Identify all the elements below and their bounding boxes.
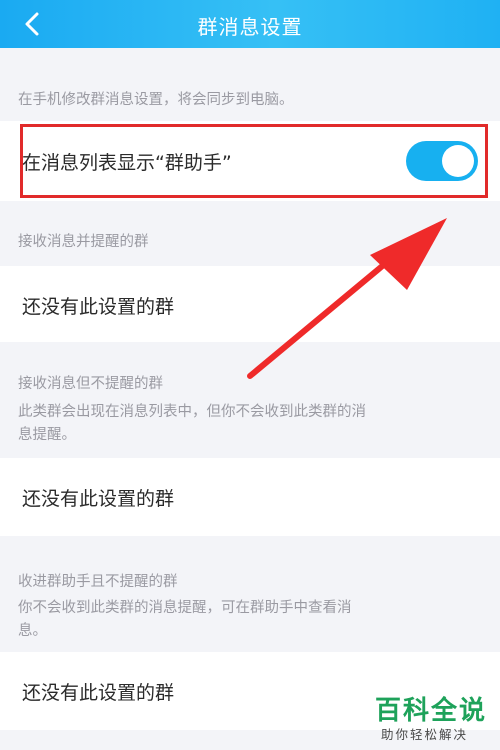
watermark-logo: 百科全说 助你轻松解决 [357, 690, 497, 748]
list-item-notify-empty: 还没有此设置的群 [0, 266, 500, 342]
section-desc-no-notify-1: 此类群会出现在消息列表中，但你不会收到此类群的消 [18, 404, 366, 420]
watermark-title: 百科全说 [375, 696, 488, 726]
list-item-no-notify-empty: 还没有此设置的群 [0, 458, 500, 536]
empty-text: 还没有此设置的群 [22, 682, 175, 704]
section-desc-assistant-1: 你不会收到此类群的消息提醒，可在群助手中查看消 [18, 600, 352, 616]
section-desc-no-notify-2: 息提醒。 [18, 427, 76, 443]
red-highlight-box [20, 124, 488, 198]
header-bar: 群消息设置 [0, 0, 500, 48]
section-title-assistant: 收进群助手且不提醒的群 [18, 574, 178, 590]
sync-hint: 在手机修改群消息设置，将会同步到电脑。 [18, 92, 294, 108]
empty-text: 还没有此设置的群 [22, 488, 175, 510]
empty-text: 还没有此设置的群 [22, 296, 175, 318]
section-title-no-notify: 接收消息但不提醒的群 [18, 376, 163, 392]
section-desc-assistant-2: 息。 [18, 623, 47, 639]
watermark-subtitle: 助你轻松解决 [381, 727, 469, 742]
section-title-notify: 接收消息并提醒的群 [18, 234, 149, 250]
page-title: 群消息设置 [197, 15, 303, 39]
